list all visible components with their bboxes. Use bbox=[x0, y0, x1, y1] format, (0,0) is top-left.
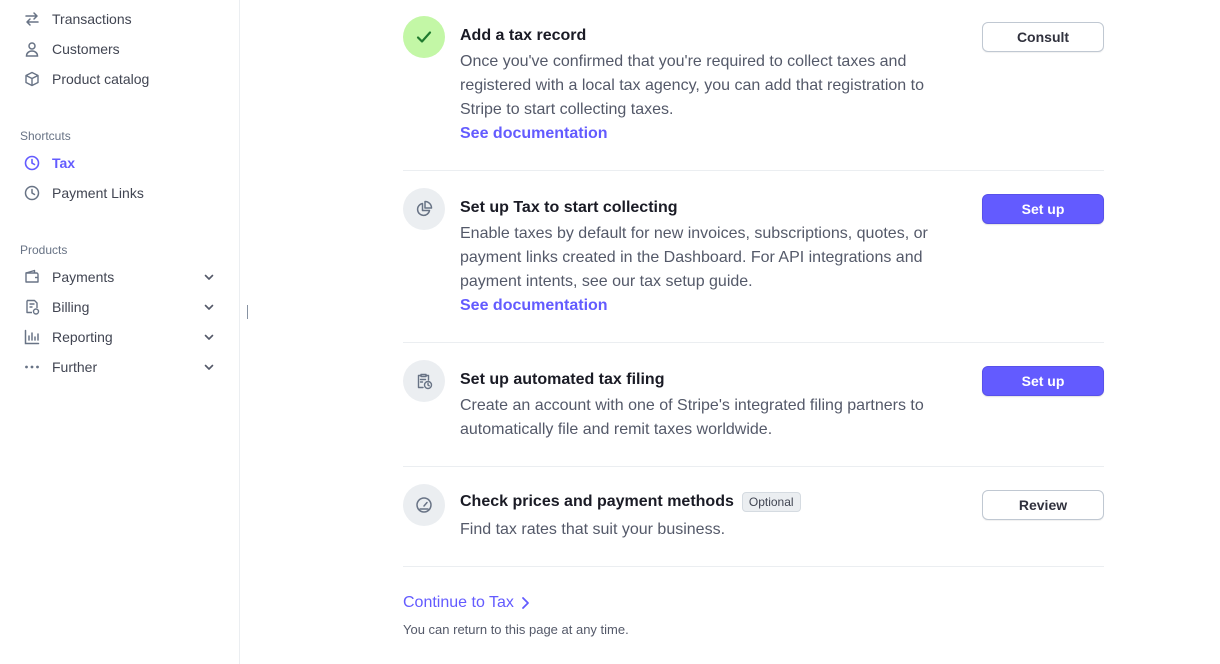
arrows-exchange-icon bbox=[24, 11, 40, 27]
sidebar-item-billing[interactable]: Billing bbox=[20, 294, 220, 320]
step-description: Find tax rates that suit your business. bbox=[460, 521, 726, 538]
wallet-icon bbox=[24, 269, 40, 285]
sidebar-item-label: Transactions bbox=[52, 11, 132, 27]
clock-icon bbox=[24, 185, 40, 201]
sidebar-item-label: Tax bbox=[52, 155, 76, 171]
divider bbox=[403, 466, 1104, 467]
chevron-down-icon[interactable] bbox=[202, 300, 216, 314]
step-description: Enable taxes by default for new invoices… bbox=[460, 225, 928, 290]
check-icon bbox=[403, 16, 445, 58]
chevron-down-icon[interactable] bbox=[202, 360, 216, 374]
sidebar-item-transactions[interactable]: Transactions bbox=[20, 6, 220, 32]
invoice-icon bbox=[24, 299, 40, 315]
review-button[interactable]: Review bbox=[982, 490, 1104, 520]
sidebar-item-label: Reporting bbox=[52, 329, 113, 345]
step-description: Once you've confirmed that you're requir… bbox=[460, 53, 924, 118]
section-label-products: Products bbox=[20, 243, 68, 257]
step-title-text: Check prices and payment methods bbox=[460, 493, 734, 510]
sidebar-item-label: Further bbox=[52, 359, 98, 375]
sidebar-item-customers[interactable]: Customers bbox=[20, 36, 220, 62]
divider bbox=[403, 170, 1104, 171]
sidebar-item-further[interactable]: Further bbox=[20, 354, 220, 380]
continue-to-tax-link[interactable]: Continue to Tax bbox=[403, 594, 530, 612]
bar-chart-icon bbox=[24, 329, 40, 345]
sidebar-item-tax[interactable]: Tax bbox=[20, 150, 220, 176]
box-icon bbox=[24, 71, 40, 87]
step-title: Add a tax record bbox=[460, 27, 587, 44]
sidebar: Transactions Customers Product catalog S… bbox=[0, 0, 240, 664]
continue-label: Continue to Tax bbox=[403, 594, 514, 611]
pie-chart-icon bbox=[403, 188, 445, 230]
gauge-icon bbox=[403, 484, 445, 526]
sidebar-item-reporting[interactable]: Reporting bbox=[20, 324, 220, 350]
see-documentation-link[interactable]: See documentation bbox=[460, 297, 608, 315]
sidebar-resize-handle[interactable] bbox=[247, 305, 248, 319]
sidebar-item-label: Payment Links bbox=[52, 185, 144, 201]
clock-icon bbox=[24, 155, 40, 171]
sidebar-item-label: Customers bbox=[52, 41, 120, 57]
divider bbox=[403, 566, 1104, 567]
step-description: Create an account with one of Stripe's i… bbox=[460, 397, 924, 438]
sidebar-item-payments[interactable]: Payments bbox=[20, 264, 220, 290]
consult-button[interactable]: Consult bbox=[982, 22, 1104, 52]
step-title: Check prices and payment methods Optiona… bbox=[460, 492, 801, 512]
sidebar-item-label: Billing bbox=[52, 299, 90, 315]
clipboard-clock-icon bbox=[403, 360, 445, 402]
set-up-filing-button[interactable]: Set up bbox=[982, 366, 1104, 396]
chevron-down-icon[interactable] bbox=[202, 330, 216, 344]
sidebar-item-product-catalog[interactable]: Product catalog bbox=[20, 66, 220, 92]
divider bbox=[403, 342, 1104, 343]
sidebar-item-label: Payments bbox=[52, 269, 115, 285]
person-icon bbox=[24, 41, 40, 57]
step-title: Set up Tax to start collecting bbox=[460, 199, 678, 216]
optional-badge: Optional bbox=[741, 492, 801, 512]
sidebar-item-payment-links[interactable]: Payment Links bbox=[20, 180, 220, 206]
chevron-down-icon[interactable] bbox=[202, 270, 216, 284]
section-label-shortcuts: Shortcuts bbox=[20, 129, 71, 143]
set-up-tax-button[interactable]: Set up bbox=[982, 194, 1104, 224]
sidebar-item-label: Product catalog bbox=[52, 71, 150, 87]
footnote: You can return to this page at any time. bbox=[403, 622, 629, 637]
step-title: Set up automated tax filing bbox=[460, 371, 665, 388]
more-dots-icon bbox=[24, 359, 40, 375]
chevron-right-icon bbox=[521, 597, 529, 609]
see-documentation-link[interactable]: See documentation bbox=[460, 125, 608, 143]
